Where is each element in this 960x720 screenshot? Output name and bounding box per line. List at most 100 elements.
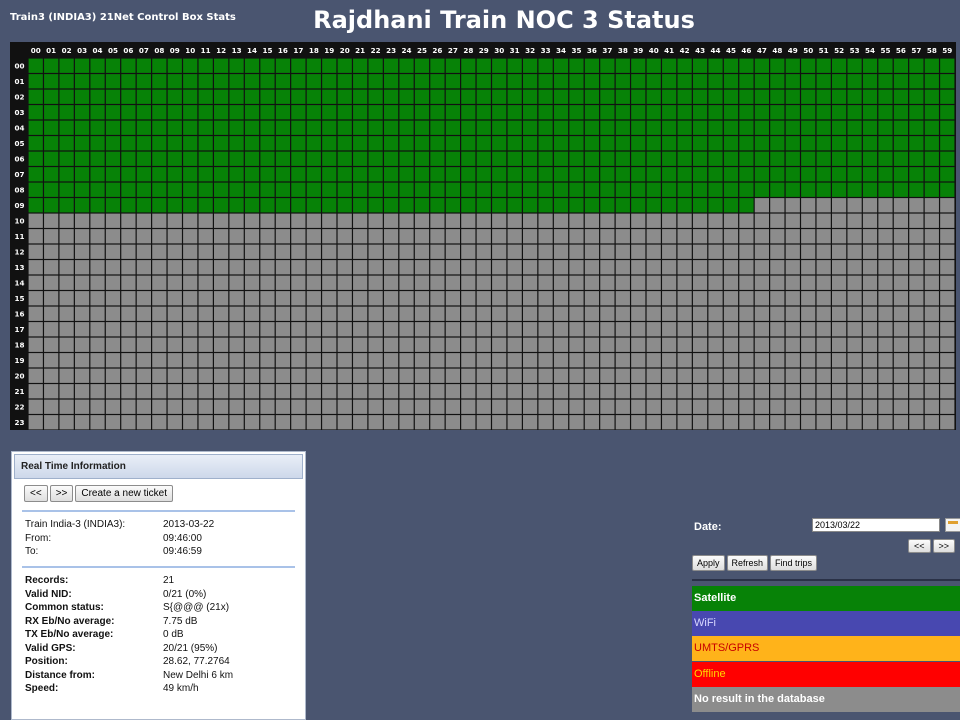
grid-cell[interactable] [74,74,90,89]
grid-cell[interactable] [229,120,244,135]
grid-cell[interactable] [445,260,460,275]
apply-button[interactable]: Apply [692,555,725,571]
grid-cell[interactable] [90,415,105,430]
grid-cell[interactable] [353,198,368,213]
grid-cell[interactable] [244,89,260,104]
grid-cell[interactable] [167,229,182,244]
grid-cell[interactable] [90,260,105,275]
grid-cell[interactable] [940,198,955,213]
grid-cell[interactable] [167,291,182,306]
grid-cell[interactable] [615,260,630,275]
grid-cell[interactable] [600,167,615,182]
grid-cell[interactable] [28,167,43,182]
grid-cell[interactable] [214,136,229,151]
grid-cell[interactable] [90,136,105,151]
grid-cell[interactable] [445,337,460,352]
grid-cell[interactable] [584,198,600,213]
grid-cell[interactable] [816,353,831,368]
grid-cell[interactable] [584,306,600,321]
grid-cell[interactable] [862,244,878,259]
grid-cell[interactable] [538,399,553,414]
grid-cell[interactable] [692,182,708,197]
grid-cell[interactable] [615,120,630,135]
grid-cell[interactable] [754,58,769,73]
grid-cell[interactable] [275,368,291,383]
grid-cell[interactable] [260,213,275,228]
grid-cell[interactable] [708,368,723,383]
grid-cell[interactable] [260,260,275,275]
grid-cell[interactable] [28,291,43,306]
grid-cell[interactable] [492,275,507,290]
grid-cell[interactable] [662,151,677,166]
grid-cell[interactable] [507,353,522,368]
grid-cell[interactable] [631,291,646,306]
grid-cell[interactable] [44,275,59,290]
grid-cell[interactable] [801,291,816,306]
grid-cell[interactable] [183,291,198,306]
grid-cell[interactable] [214,368,229,383]
grid-cell[interactable] [739,198,754,213]
grid-cell[interactable] [445,275,460,290]
grid-cell[interactable] [105,74,121,89]
grid-cell[interactable] [105,58,121,73]
grid-cell[interactable] [770,291,785,306]
grid-cell[interactable] [260,337,275,352]
grid-cell[interactable] [940,58,955,73]
grid-cell[interactable] [74,353,90,368]
grid-cell[interactable] [214,337,229,352]
grid-cell[interactable] [785,260,800,275]
grid-cell[interactable] [337,260,352,275]
grid-cell[interactable] [399,244,414,259]
grid-cell[interactable] [368,244,383,259]
grid-cell[interactable] [754,353,769,368]
grid-cell[interactable] [785,399,800,414]
grid-cell[interactable] [739,136,754,151]
grid-cell[interactable] [909,151,924,166]
grid-cell[interactable] [770,275,785,290]
grid-cell[interactable] [229,368,244,383]
grid-cell[interactable] [260,291,275,306]
grid-cell[interactable] [90,58,105,73]
grid-cell[interactable] [44,244,59,259]
grid-cell[interactable] [229,167,244,182]
grid-cell[interactable] [121,322,136,337]
grid-cell[interactable] [631,182,646,197]
grid-cell[interactable] [105,198,121,213]
grid-cell[interactable] [476,337,491,352]
grid-cell[interactable] [28,198,43,213]
grid-cell[interactable] [631,275,646,290]
grid-cell[interactable] [847,291,862,306]
grid-cell[interactable] [198,151,213,166]
grid-cell[interactable] [291,120,306,135]
grid-cell[interactable] [523,151,538,166]
grid-cell[interactable] [399,260,414,275]
grid-cell[interactable] [105,337,121,352]
grid-cell[interactable] [275,167,291,182]
grid-cell[interactable] [291,275,306,290]
grid-cell[interactable] [476,244,491,259]
grid-cell[interactable] [414,244,430,259]
grid-cell[interactable] [260,182,275,197]
grid-cell[interactable] [291,89,306,104]
grid-cell[interactable] [646,368,661,383]
grid-cell[interactable] [878,337,893,352]
grid-cell[interactable] [893,167,909,182]
grid-cell[interactable] [430,275,445,290]
grid-cell[interactable] [739,151,754,166]
grid-cell[interactable] [739,415,754,430]
grid-cell[interactable] [90,229,105,244]
grid-cell[interactable] [785,213,800,228]
grid-cell[interactable] [553,399,569,414]
grid-cell[interactable] [569,368,584,383]
grid-cell[interactable] [476,291,491,306]
grid-cell[interactable] [677,306,692,321]
grid-cell[interactable] [306,58,321,73]
grid-cell[interactable] [214,306,229,321]
grid-cell[interactable] [677,337,692,352]
grid-cell[interactable] [353,229,368,244]
grid-cell[interactable] [414,58,430,73]
grid-cell[interactable] [198,306,213,321]
grid-cell[interactable] [523,260,538,275]
grid-cell[interactable] [584,337,600,352]
grid-cell[interactable] [924,260,939,275]
